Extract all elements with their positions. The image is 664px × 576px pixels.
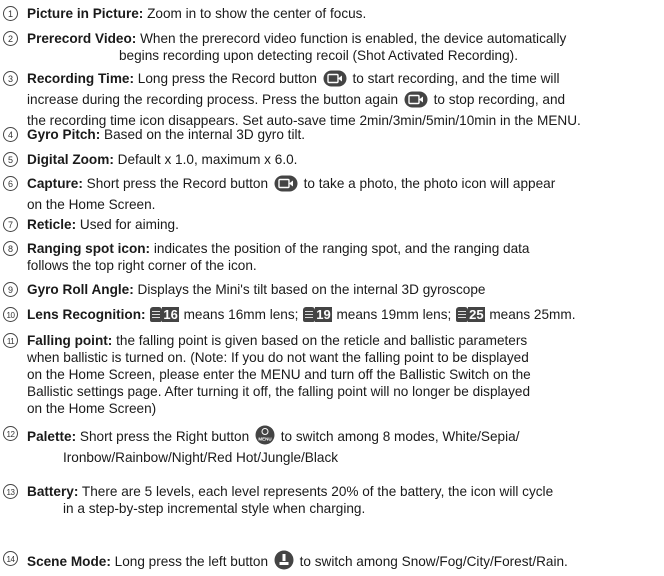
item-text: Gyro Pitch: Based on the internal 3D gyr… bbox=[27, 126, 658, 143]
item-number: 4 bbox=[3, 127, 18, 142]
item-number: 1 bbox=[3, 6, 18, 21]
item-description: to take a photo, the photo icon will app… bbox=[303, 176, 556, 191]
item-description: Zoom in to show the center of focus. bbox=[147, 6, 367, 21]
item-number: 8 bbox=[3, 241, 18, 256]
item-number: 2 bbox=[3, 31, 18, 46]
item-number: 12 bbox=[3, 426, 18, 441]
item-description: when ballistic is turned on. (Note: If y… bbox=[27, 350, 529, 365]
item-text: Battery: There are 5 levels, each level … bbox=[27, 483, 658, 517]
item-description: on the Home Screen) bbox=[27, 401, 157, 416]
item-number: 11 bbox=[3, 333, 18, 348]
item-description: increase during the recording process. P… bbox=[27, 92, 399, 107]
lens-16-icon: 16 bbox=[150, 307, 179, 322]
item-title: Prerecord Video: bbox=[27, 31, 137, 46]
item-text: Picture in Picture: Zoom in to show the … bbox=[27, 5, 658, 22]
item-title: Recording Time: bbox=[27, 71, 135, 86]
item-description: means 19mm lens; bbox=[336, 307, 452, 322]
item-description: Default x 1.0, maximum x 6.0. bbox=[117, 152, 298, 167]
item-number: 5 bbox=[3, 152, 18, 167]
item-title: Palette: bbox=[27, 429, 77, 444]
item-description: Ballistic settings page. After turning i… bbox=[27, 384, 531, 399]
item-title: Digital Zoom: bbox=[27, 152, 114, 167]
item-description: to stop recording, and bbox=[433, 92, 566, 107]
item-number: 14 bbox=[3, 551, 18, 566]
item-title: Gyro Pitch: bbox=[27, 127, 101, 142]
left-button-icon bbox=[274, 550, 294, 574]
item-description: Short press the Record button bbox=[86, 176, 269, 191]
record-button-icon bbox=[323, 70, 347, 91]
item-title: Picture in Picture: bbox=[27, 6, 144, 21]
lens-25-icon: 25 bbox=[456, 307, 485, 322]
item-description: Long press the Record button bbox=[137, 71, 317, 86]
item-description: indicates the position of the ranging sp… bbox=[153, 241, 530, 256]
item-title: Gyro Roll Angle: bbox=[27, 282, 134, 297]
item-description: on the Home Screen. bbox=[27, 197, 156, 212]
item-description: Based on the internal 3D gyro tilt. bbox=[104, 127, 306, 142]
menu-button-icon: MENU bbox=[255, 425, 275, 449]
item-title: Lens Recognition: bbox=[27, 307, 146, 322]
item-number: 3 bbox=[3, 71, 18, 86]
item-text: Palette: Short press the Right button ME… bbox=[27, 425, 658, 466]
item-description: the falling point is given based on the … bbox=[116, 333, 528, 348]
record-button-icon bbox=[404, 91, 428, 112]
menu-icon-label: MENU bbox=[258, 437, 271, 442]
item-title: Falling point: bbox=[27, 333, 113, 348]
item-text: Capture: Short press the Record button t… bbox=[27, 175, 658, 213]
item-description: to switch among Snow/Fog/City/Forest/Rai… bbox=[299, 554, 568, 569]
item-text: Recording Time: Long press the Record bu… bbox=[27, 70, 658, 129]
manual-page: 1 Picture in Picture: Zoom in to show th… bbox=[0, 0, 664, 576]
item-description: Short press the Right button bbox=[79, 429, 250, 444]
item-description: Displays the Mini's tilt based on the in… bbox=[137, 282, 486, 297]
item-title: Battery: bbox=[27, 484, 79, 499]
item-text: Falling point: the falling point is give… bbox=[27, 332, 658, 417]
lens-19-icon: 19 bbox=[303, 307, 332, 322]
item-title: Ranging spot icon: bbox=[27, 241, 151, 256]
item-description-cont: Ironbow/Rainbow/Night/Red Hot/Jungle/Bla… bbox=[63, 450, 339, 465]
item-description: means 16mm lens; bbox=[183, 307, 299, 322]
item-description: on the Home Screen, please enter the MEN… bbox=[27, 367, 531, 382]
item-text: Gyro Roll Angle: Displays the Mini's til… bbox=[27, 281, 658, 298]
item-description-cont: in a step-by-step incremental style when… bbox=[63, 501, 366, 516]
item-text: Scene Mode: Long press the left button t… bbox=[27, 550, 658, 574]
item-title: Scene Mode: bbox=[27, 554, 111, 569]
item-description: to start recording, and the time will bbox=[352, 71, 560, 86]
item-description-cont: begins recording upon detecting recoil (… bbox=[119, 48, 518, 63]
item-description: Used for aiming. bbox=[79, 217, 179, 232]
item-text: Prerecord Video: When the prerecord vide… bbox=[27, 30, 658, 64]
item-text: Digital Zoom: Default x 1.0, maximum x 6… bbox=[27, 151, 658, 168]
item-number: 7 bbox=[3, 217, 18, 232]
item-description: means 25mm. bbox=[489, 307, 576, 322]
record-button-icon bbox=[274, 175, 298, 196]
item-title: Reticle: bbox=[27, 217, 77, 232]
item-number: 13 bbox=[3, 484, 18, 499]
item-title: Capture: bbox=[27, 176, 83, 191]
item-description: Long press the left button bbox=[114, 554, 269, 569]
item-description: follows the top right corner of the icon… bbox=[27, 258, 257, 273]
item-text: Reticle: Used for aiming. bbox=[27, 216, 658, 233]
item-description: There are 5 levels, each level represent… bbox=[81, 484, 554, 499]
item-number: 6 bbox=[3, 176, 18, 191]
item-number: 10 bbox=[3, 307, 18, 322]
item-text: Ranging spot icon: indicates the positio… bbox=[27, 240, 658, 274]
item-number: 9 bbox=[3, 282, 18, 297]
item-text: Lens Recognition: 16 means 16mm lens; 19… bbox=[27, 306, 658, 323]
item-description: When the prerecord video function is ena… bbox=[140, 31, 567, 46]
item-description: to switch among 8 modes, White/Sepia/ bbox=[280, 429, 520, 444]
